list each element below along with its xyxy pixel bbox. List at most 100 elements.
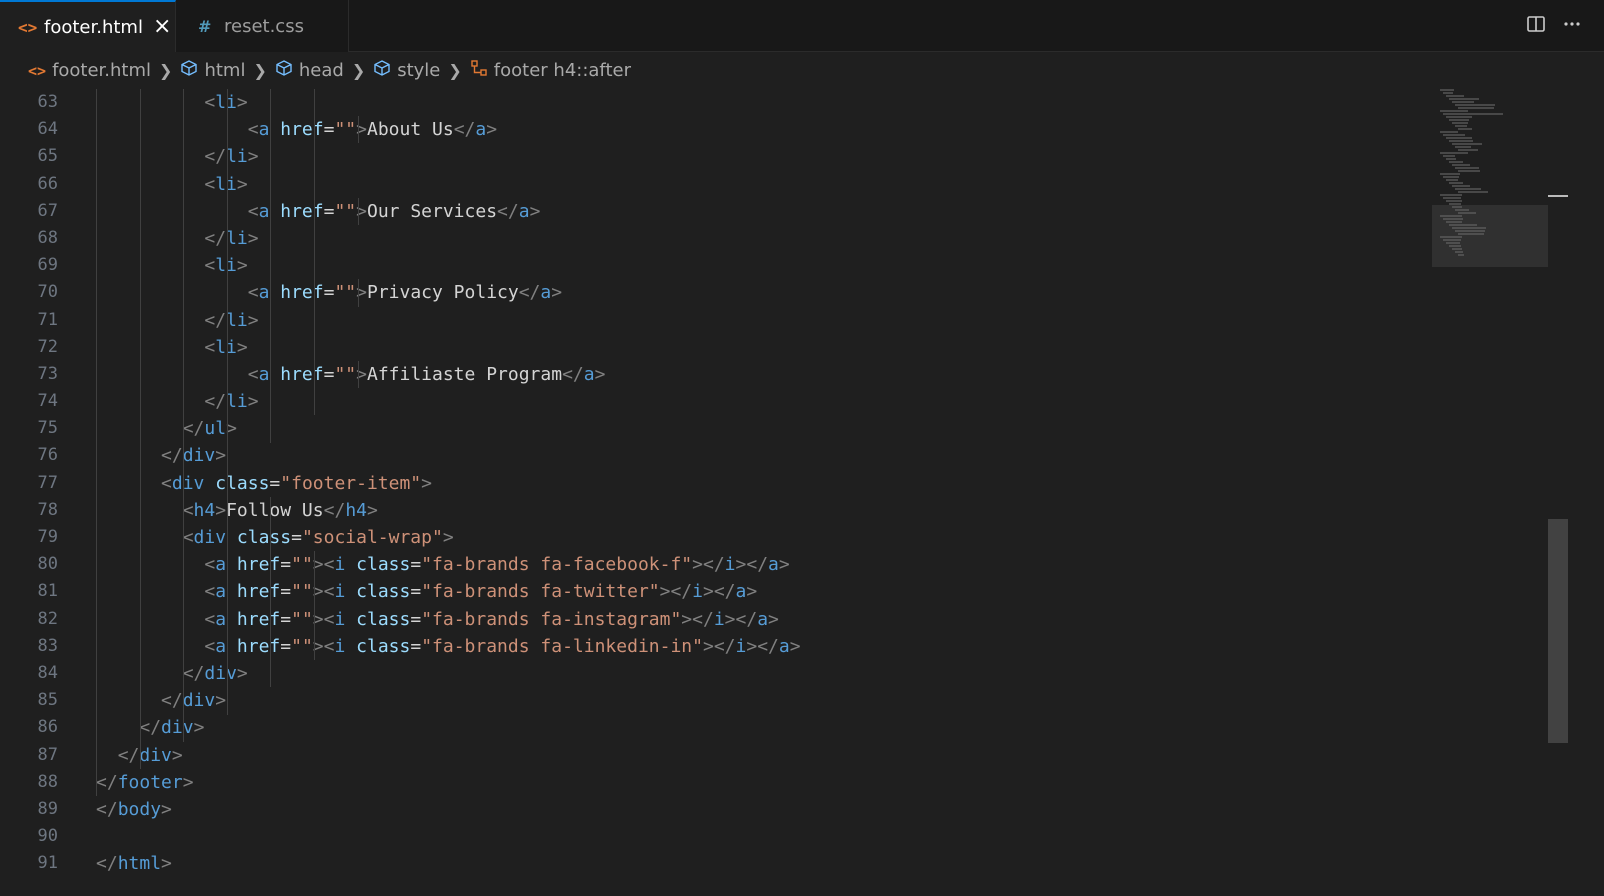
tab-reset-css[interactable]: # reset.css — [176, 0, 349, 52]
selector-icon — [470, 59, 488, 82]
minimap-line — [1458, 107, 1494, 109]
line-number: 84 — [37, 662, 58, 683]
close-icon[interactable]: × — [153, 16, 171, 38]
line-number: 76 — [37, 445, 58, 466]
minimap-line — [1446, 95, 1464, 97]
line-number: 79 — [37, 527, 58, 547]
minimap-line — [1455, 251, 1463, 253]
more-actions-icon[interactable] — [1554, 14, 1590, 39]
minimap-line — [1446, 137, 1472, 139]
code-line: </li> — [204, 146, 259, 168]
minimap-line — [1446, 179, 1458, 181]
minimap-line — [1440, 236, 1462, 238]
code-editor[interactable]: 63 64 65 66 67 68 69 70 71 72 73 74 75 7… — [0, 89, 1604, 896]
minimap-line — [1452, 122, 1468, 124]
code-line: <div class="social-wrap"> — [182, 527, 454, 548]
chevron-right-icon: ❯ — [159, 61, 173, 80]
breadcrumb-item-file[interactable]: <> footer.html — [28, 60, 151, 81]
code-line: </div> — [139, 717, 205, 739]
code-line: <a href="">Our Services</a> — [247, 200, 541, 222]
indent-guide — [357, 279, 359, 307]
tab-label: footer.html — [44, 16, 143, 38]
minimap-line — [1455, 146, 1471, 148]
minimap-line — [1455, 209, 1469, 211]
minimap-line — [1440, 215, 1462, 217]
breadcrumb-label: style — [397, 60, 441, 81]
indent-guide — [139, 89, 141, 769]
chevron-right-icon: ❯ — [253, 61, 267, 80]
split-editor-icon[interactable] — [1518, 14, 1554, 39]
code-area[interactable]: <li> <a href="">About Us</a> </li> <li> … — [96, 89, 1456, 877]
minimap-line — [1449, 245, 1461, 247]
vertical-scrollbar[interactable] — [1548, 89, 1568, 896]
minimap-line — [1440, 173, 1460, 175]
minimap-line — [1452, 164, 1470, 166]
tab-label: reset.css — [224, 15, 304, 37]
minimap-line — [1440, 89, 1454, 91]
code-line: </body> — [96, 798, 172, 820]
code-line: <a href=""><i class="fa-brands fa-twitte… — [204, 581, 758, 603]
scrollbar-cursor-marker — [1548, 195, 1568, 197]
minimap-line — [1443, 218, 1463, 220]
scrollbar-thumb[interactable] — [1548, 519, 1568, 743]
code-line: <a href="">Privacy Policy</a> — [247, 282, 563, 304]
cube-icon — [275, 59, 293, 82]
minimap-line — [1458, 254, 1464, 256]
minimap-line — [1455, 125, 1467, 127]
code-line: </div> — [182, 662, 248, 684]
minimap-line — [1443, 92, 1453, 94]
cube-icon — [180, 59, 198, 82]
editor-actions — [1518, 0, 1604, 52]
minimap-line — [1449, 203, 1461, 205]
minimap-line — [1443, 197, 1461, 199]
line-number: 86 — [37, 717, 58, 738]
minimap-line — [1440, 152, 1468, 154]
breadcrumb-label: footer h4::after — [493, 60, 631, 81]
code-line: <li> — [204, 336, 248, 358]
breadcrumb-item-style[interactable]: style — [373, 59, 440, 82]
minimap-line — [1452, 227, 1486, 229]
code-line: <a href=""><i class="fa-brands fa-instag… — [204, 608, 779, 630]
minimap-line — [1446, 200, 1462, 202]
minimap[interactable] — [1432, 89, 1548, 896]
minimap-line — [1449, 161, 1463, 163]
minimap-line — [1455, 188, 1481, 190]
line-number: 74 — [37, 391, 58, 412]
code-line: <li> — [204, 92, 248, 113]
code-line: </div> — [117, 744, 183, 766]
line-number: 71 — [37, 309, 58, 330]
line-number: 78 — [37, 499, 58, 520]
indent-guide — [357, 116, 359, 144]
minimap-line — [1455, 167, 1479, 169]
breadcrumb-item-html[interactable]: html — [180, 59, 245, 82]
tab-footer-html[interactable]: <> footer.html × — [0, 0, 176, 52]
chevron-right-icon: ❯ — [448, 61, 462, 80]
minimap-line — [1440, 131, 1458, 133]
minimap-line — [1458, 149, 1478, 151]
code-line: <a href=""><i class="fa-brands fa-linked… — [204, 635, 801, 657]
minimap-line — [1455, 104, 1495, 106]
line-number: 87 — [37, 744, 58, 765]
line-number: 69 — [37, 255, 58, 276]
line-number: 83 — [37, 635, 58, 656]
minimap-line — [1458, 233, 1484, 235]
tab-bar: <> footer.html × # reset.css — [0, 0, 1604, 52]
code-line: <li> — [204, 255, 248, 277]
indent-guide — [270, 89, 272, 443]
minimap-line — [1452, 206, 1462, 208]
code-line: <a href=""><i class="fa-brands fa-facebo… — [204, 554, 790, 576]
indent-guide — [270, 497, 272, 688]
minimap-line — [1443, 239, 1461, 241]
line-number: 66 — [37, 173, 58, 194]
line-number: 75 — [37, 418, 58, 439]
minimap-line — [1458, 170, 1480, 172]
minimap-line — [1443, 113, 1503, 115]
code-line: </li> — [204, 391, 259, 413]
breadcrumb-item-head[interactable]: head — [275, 59, 344, 82]
breadcrumb-label: head — [298, 60, 344, 81]
breadcrumb-item-selector[interactable]: footer h4::after — [470, 59, 631, 82]
line-number: 72 — [37, 336, 58, 357]
minimap-line — [1440, 194, 1462, 196]
code-line: </ul> — [182, 418, 237, 440]
